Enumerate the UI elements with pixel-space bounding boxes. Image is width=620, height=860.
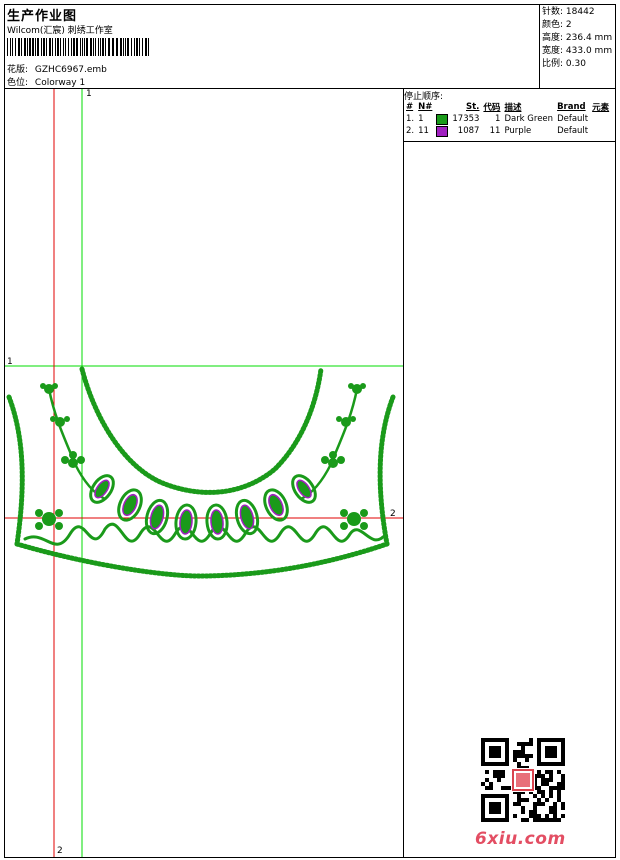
table-bottom-rule [403, 141, 616, 142]
col-n: N# [418, 102, 433, 112]
col-element: 元素 [592, 103, 610, 113]
green-axis-left-label: 1 [7, 357, 13, 367]
table-row: 1. 1 17353 1 Dark Green Default [406, 113, 589, 125]
stat-stitches: 针数: 18442 [542, 7, 595, 17]
embroidery-design [5, 89, 403, 857]
col-desc: 描述 [504, 103, 522, 113]
neckline-outer [79, 366, 324, 495]
watermark: 6xiu.com [475, 829, 566, 849]
stat-height: 高度: 236.4 mm [542, 33, 613, 43]
stop-sequence-table: # N# St. 代码 描述 Brand 元素 1. 1 17353 1 Dar… [404, 101, 611, 137]
colorway-label: 色位: [7, 78, 29, 88]
side-panel-divider [403, 88, 404, 858]
colorway-value: Colorway 1 [34, 78, 86, 88]
right-side-border [377, 394, 396, 547]
col-code: 代码 [483, 103, 501, 113]
design-file-row: 花版: GZHC6967.emb [7, 62, 107, 75]
red-axis-bottom-label: 2 [57, 846, 63, 856]
table-header-row: # N# St. 代码 描述 Brand 元素 [404, 101, 611, 113]
col-num: # [406, 102, 414, 112]
colorway-row: 色位: Colorway 1 [7, 75, 85, 88]
stat-width: 宽度: 433.0 mm [542, 46, 613, 56]
page-title: 生产作业图 [7, 9, 78, 24]
stat-scale: 比例: 0.30 [542, 59, 586, 69]
red-axis-right-label: 2 [390, 509, 396, 519]
table-row: 2. 11 1087 11 Purple Default [406, 125, 589, 137]
stats-panel: 针数: 18442 颜色: 2 高度: 236.4 mm 宽度: 433.0 m… [542, 6, 612, 71]
color-swatch [436, 125, 449, 137]
barcode [7, 38, 149, 56]
company-name: Wilcom(汇宸) 刺绣工作室 [7, 26, 113, 36]
qr-code [481, 738, 565, 822]
wavy-line [23, 522, 385, 546]
stat-colors: 颜色: 2 [542, 20, 572, 30]
design-file: GZHC6967.emb [34, 65, 107, 75]
green-axis-top-label: 1 [86, 89, 92, 99]
col-brand: Brand [557, 102, 586, 112]
col-swatch [434, 101, 450, 113]
bottom-hem [14, 541, 390, 579]
color-swatch [436, 113, 449, 125]
left-side-border [6, 394, 25, 547]
col-st: St. [466, 102, 480, 112]
design-label: 花版: [7, 65, 29, 75]
